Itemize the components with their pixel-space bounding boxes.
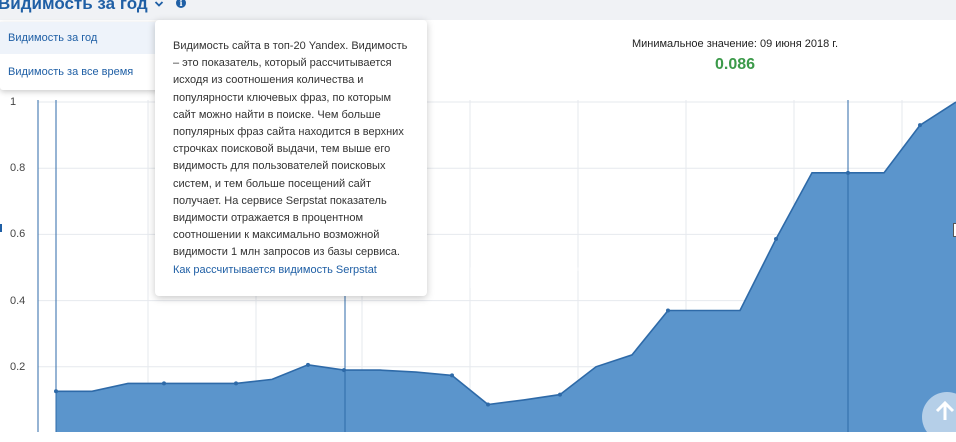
dropdown-item-year[interactable]: Видимость за год — [0, 22, 163, 54]
y-tick-label: 1 — [10, 96, 17, 108]
min-value-label: Минимальное значение: 09 июня 2018 г. — [631, 38, 839, 50]
tooltip-link[interactable]: Как рассчитывается видимость Serpstat — [173, 262, 411, 279]
arrow-up-icon — [935, 400, 955, 420]
serpstat-watermark: SERPSTAT — [424, 262, 596, 295]
data-point — [918, 123, 922, 128]
data-point — [486, 402, 490, 407]
data-point — [666, 308, 670, 313]
tooltip-text: Видимость сайта в топ-20 Yandex. Видимос… — [173, 40, 408, 259]
y-tick-label: 0.2 — [10, 361, 26, 373]
visibility-tooltip: Видимость сайта в топ-20 Yandex. Видимос… — [155, 20, 427, 296]
y-tick-label: 0.6 — [10, 228, 26, 240]
period-dropdown: Видимость за год Видимость за все время — [0, 22, 163, 90]
period-selector-label: Видимость за год — [0, 0, 148, 13]
y-tick-label: 0.4 — [10, 295, 26, 307]
chevron-down-icon — [154, 1, 163, 7]
min-value-stat: Минимальное значение: 09 июня 2018 г. 0.… — [630, 38, 840, 74]
left-edge-marker — [0, 224, 2, 232]
data-point — [774, 237, 778, 242]
period-selector[interactable]: Видимость за год — [0, 0, 164, 14]
data-point — [306, 362, 310, 367]
data-point — [558, 392, 562, 397]
min-value-number: 0.086 — [714, 56, 756, 73]
data-point — [450, 373, 454, 378]
dropdown-item-all-time[interactable]: Видимость за все время — [0, 56, 163, 88]
y-tick-label: 0.8 — [10, 162, 26, 174]
data-point — [234, 381, 238, 386]
data-point — [162, 381, 166, 386]
